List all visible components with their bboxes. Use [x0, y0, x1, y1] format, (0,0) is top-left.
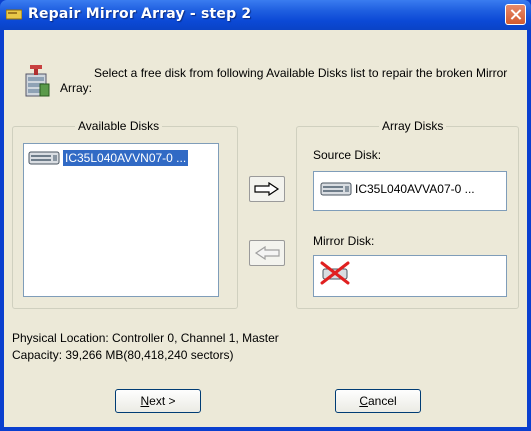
instruction-text: Select a free disk from following Availa…: [60, 66, 508, 95]
source-disk-label: Source Disk:: [313, 148, 382, 162]
arrow-left-icon: [254, 246, 280, 260]
available-disks-label: Available Disks: [75, 119, 163, 133]
repair-array-icon: [25, 65, 50, 97]
cancel-label: ancel: [367, 394, 397, 408]
close-button[interactable]: [505, 4, 526, 25]
remove-disk-button[interactable]: [249, 240, 285, 266]
available-disks-list[interactable]: IC35L040AVVN07-0 ...: [23, 143, 219, 297]
arrow-right-icon: [254, 182, 280, 196]
source-disk-box: IC35L040AVVA07-0 ...: [313, 171, 507, 211]
source-disk-item: IC35L040AVVA07-0 ...: [320, 182, 475, 196]
disk-name: IC35L040AVVN07-0 ...: [63, 150, 189, 166]
add-disk-button[interactable]: [249, 176, 285, 202]
dialog-body: Select a free disk from following Availa…: [4, 30, 527, 427]
missing-disk-icon: [320, 261, 350, 285]
list-item[interactable]: IC35L040AVVN07-0 ...: [28, 148, 189, 168]
array-disks-group: Array Disks Source Disk: IC35L040AVVA07-…: [296, 119, 519, 309]
cancel-button[interactable]: Cancel: [335, 389, 421, 413]
mirror-disk-box[interactable]: [313, 255, 507, 297]
next-label: ext >: [149, 394, 176, 408]
hard-disk-icon: [28, 151, 60, 165]
next-button[interactable]: Next >: [115, 389, 201, 413]
title-bar[interactable]: Repair Mirror Array - step 2: [0, 0, 531, 30]
dialog-window: Repair Mirror Array - step 2 Select a fr…: [0, 0, 531, 431]
next-mnemonic: N: [140, 394, 150, 408]
physical-location-text: Physical Location: Controller 0, Channel…: [12, 331, 279, 345]
mirror-disk-label: Mirror Disk:: [313, 234, 375, 248]
array-disks-label: Array Disks: [379, 119, 447, 133]
disk-icon: [6, 9, 22, 20]
source-disk-name: IC35L040AVVA07-0 ...: [355, 182, 475, 196]
window-title: Repair Mirror Array - step 2: [28, 6, 252, 22]
capacity-text: Capacity: 39,266 MB(80,418,240 sectors): [12, 348, 234, 362]
hard-disk-icon: [320, 182, 352, 196]
cancel-mnemonic: C: [359, 394, 368, 408]
available-disks-group: Available Disks IC35L040AVVN07-0 ...: [12, 119, 238, 309]
